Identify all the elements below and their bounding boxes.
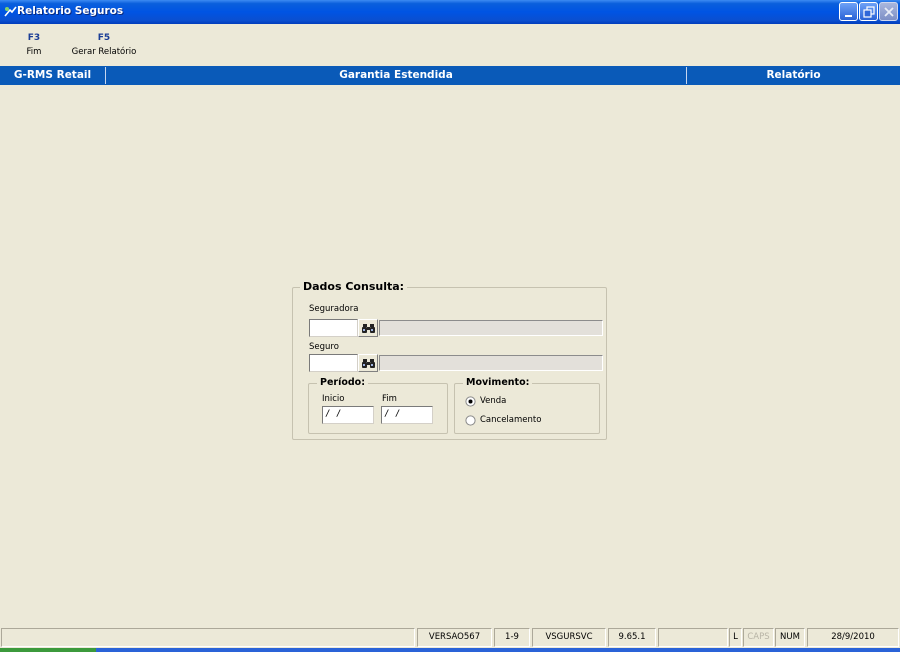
dados-consulta-title: Dados Consulta:	[300, 280, 408, 293]
f5-key-label: F5	[97, 33, 111, 43]
cancelamento-radio[interactable]	[465, 415, 476, 426]
f3-key-label: F3	[27, 33, 41, 43]
cancelamento-radio-label[interactable]: Cancelamento	[480, 415, 541, 425]
movimento-group: Movimento: Venda Cancelamento	[454, 377, 600, 434]
venda-radio-label[interactable]: Venda	[480, 396, 506, 406]
title-bar: Relatorio Seguros	[0, 0, 900, 24]
status-empty-panel	[658, 628, 728, 647]
dados-consulta-group: Dados Consulta: Seguradora Seguro Períod…	[292, 280, 607, 440]
status-num-indicator: NUM	[775, 628, 805, 647]
fim-label: Fim	[382, 394, 397, 404]
periodo-group: Período: Inicio / / Fim / /	[308, 377, 448, 434]
seguradora-description-field	[379, 320, 603, 336]
movimento-title: Movimento:	[463, 377, 533, 388]
status-code: 1-9	[494, 628, 530, 647]
seguro-label: Seguro	[309, 342, 339, 352]
taskbar-edge	[0, 648, 900, 652]
inicio-date-input[interactable]: / /	[322, 406, 374, 424]
header-screen-name: Relatório	[766, 69, 821, 81]
status-l-indicator: L	[729, 628, 742, 647]
f3-action-label: Fim	[26, 47, 42, 57]
f5-action-label: Gerar Relatório	[71, 47, 137, 57]
binoculars-icon	[362, 359, 375, 368]
minimize-icon	[845, 15, 852, 17]
seguradora-label: Seguradora	[309, 304, 359, 314]
header-system-name: G-RMS Retail	[13, 69, 92, 81]
header-module-name: Garantia Estendida	[339, 69, 453, 81]
inicio-label: Inicio	[322, 394, 345, 404]
binoculars-icon	[362, 324, 375, 333]
start-button-edge[interactable]	[0, 648, 96, 652]
f3-exit-button[interactable]: F3 Fim	[22, 33, 46, 57]
status-build: 9.65.1	[608, 628, 656, 647]
close-icon	[884, 7, 894, 17]
close-button[interactable]	[879, 2, 898, 21]
f5-generate-report-button[interactable]: F5 Gerar Relatório	[66, 33, 142, 57]
status-version: VERSAO567	[417, 628, 492, 647]
status-service: VSGURSVC	[532, 628, 606, 647]
seguro-lookup-button[interactable]	[358, 354, 378, 372]
restore-icon	[863, 6, 875, 18]
window-title: Relatorio Seguros	[17, 5, 124, 17]
status-bar: VERSAO567 1-9 VSGURSVC 9.65.1 L CAPS NUM…	[0, 628, 900, 648]
seguro-description-field	[379, 355, 603, 371]
seguradora-code-input[interactable]	[309, 319, 358, 337]
minimize-button[interactable]	[839, 2, 858, 21]
status-caps-indicator: CAPS	[743, 628, 774, 647]
app-icon	[4, 6, 17, 17]
fim-date-input[interactable]: / /	[381, 406, 433, 424]
module-header: G-RMS Retail Garantia Estendida Relatóri…	[0, 66, 900, 85]
restore-button[interactable]	[859, 2, 878, 21]
periodo-title: Período:	[317, 377, 368, 388]
status-message-panel	[1, 628, 415, 647]
status-date: 28/9/2010	[807, 628, 899, 647]
venda-radio[interactable]	[465, 396, 476, 407]
seguro-code-input[interactable]	[309, 354, 358, 372]
seguradora-lookup-button[interactable]	[358, 319, 378, 337]
